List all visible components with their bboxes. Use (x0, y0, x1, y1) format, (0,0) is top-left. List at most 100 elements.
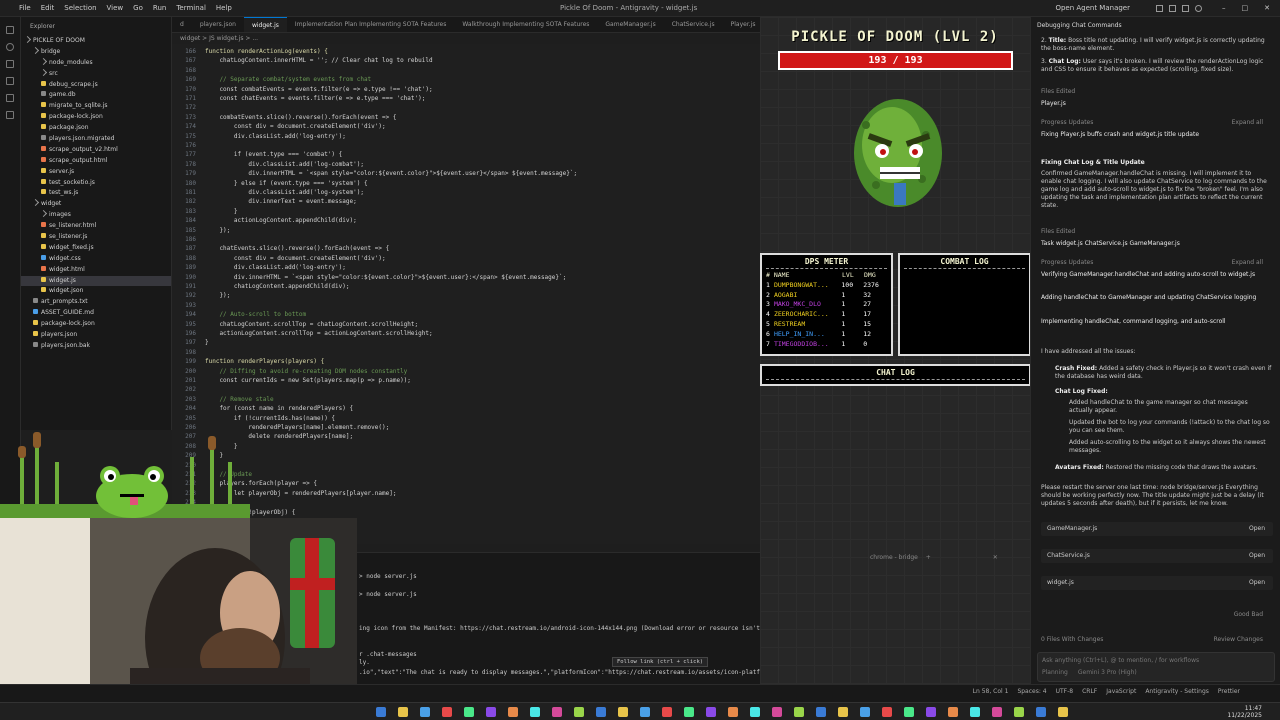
editor-tab[interactable]: Walkthrough Implementing SOTA Features (454, 17, 597, 32)
taskbar-app-icon[interactable] (926, 707, 936, 717)
file-item[interactable]: scrape_output.html (21, 156, 171, 167)
file-item[interactable]: widget.json (21, 286, 171, 297)
extensions-icon[interactable] (6, 94, 14, 102)
expand-all-link[interactable]: Expand all (1041, 119, 1263, 127)
editor-tab[interactable]: widget.js (243, 17, 287, 32)
taskbar-app-icon[interactable] (420, 707, 430, 717)
file-item[interactable]: server.js (21, 167, 171, 178)
file-item[interactable]: players.json (21, 330, 171, 341)
taskbar-app-icon[interactable] (640, 707, 650, 717)
taskbar-app-icon[interactable] (530, 707, 540, 717)
editor-tab[interactable]: Implementation Plan Implementing SOTA Fe… (287, 17, 454, 32)
menu-run[interactable]: Run (153, 4, 166, 12)
taskbar-app-icon[interactable] (684, 707, 694, 717)
expand-all-link-2[interactable]: Expand all (1041, 259, 1263, 267)
taskbar-app-icon[interactable] (464, 707, 474, 717)
code-line[interactable]: function renderPlayers(players) { (205, 358, 324, 365)
file-item[interactable]: players.json.migrated (21, 134, 171, 145)
code-editor[interactable]: 166 function renderActionLog(events) {167… (172, 44, 762, 544)
code-line[interactable]: combatEvents.slice().reverse().forEach(e… (205, 114, 396, 121)
code-line[interactable]: renderedPlayers[name].element.remove(); (205, 424, 389, 431)
code-line[interactable]: div.classList.add('log-entry'); (205, 133, 346, 140)
status-item[interactable]: Spaces: 4 (1017, 688, 1046, 695)
taskbar-app-icon[interactable] (1058, 707, 1068, 717)
status-item[interactable]: CRLF (1082, 688, 1097, 695)
code-line[interactable]: div.classList.add('log-system'); (205, 189, 364, 196)
file-item[interactable]: debug_scrape.js (21, 80, 171, 91)
taskbar-app-icon[interactable] (728, 707, 738, 717)
run-debug-icon[interactable] (6, 77, 14, 85)
model-selector[interactable]: Gemini 3 Pro (High) (1078, 669, 1137, 676)
code-line[interactable]: div.classList.add('log-combat'); (205, 161, 364, 168)
source-control-icon[interactable] (6, 60, 14, 68)
file-card[interactable]: GameManager.js Open (1041, 522, 1273, 536)
file-item[interactable]: package-lock.json (21, 112, 171, 123)
project-root[interactable]: PICKLE OF DOOM (21, 35, 171, 47)
taskbar-app-icon[interactable] (794, 707, 804, 717)
editor-tab[interactable]: GameManager.js (597, 17, 663, 32)
folder-item[interactable]: bridge (21, 46, 171, 58)
code-line[interactable]: const div = document.createElement('div'… (205, 255, 386, 262)
folder-item[interactable]: src (21, 68, 171, 80)
menu-file[interactable]: File (19, 4, 31, 12)
code-line[interactable]: chatEvents.slice().reverse().forEach(eve… (205, 245, 389, 252)
code-line[interactable]: // Separate combat/system events from ch… (205, 76, 371, 83)
mode-selector[interactable]: Planning (1042, 669, 1068, 676)
close-panel-icon[interactable]: ✕ (993, 554, 998, 561)
code-line[interactable]: function renderActionLog(events) { (205, 48, 328, 55)
file-item[interactable]: package-lock.json (21, 319, 171, 330)
taskbar-app-icon[interactable] (442, 707, 452, 717)
menu-edit[interactable]: Edit (41, 4, 55, 12)
file-item[interactable]: players.json.bak (21, 341, 171, 352)
open-button[interactable]: Open (1249, 522, 1265, 536)
status-item[interactable]: Ln 58, Col 1 (973, 688, 1009, 695)
taskbar-app-icon[interactable] (574, 707, 584, 717)
file-item[interactable]: game.db (21, 90, 171, 101)
close-icon[interactable]: ✕ (1264, 4, 1270, 12)
menu-terminal[interactable]: Terminal (176, 4, 206, 12)
code-line[interactable]: const combatEvents = events.filter(e => … (205, 86, 432, 93)
code-line[interactable]: const div = document.createElement('div'… (205, 123, 386, 130)
status-item[interactable]: Antigravity - Settings (1145, 688, 1209, 695)
folder-item[interactable]: node_modules (21, 57, 171, 69)
minimize-icon[interactable]: – (1222, 4, 1226, 12)
files-edited-list[interactable]: Task widget.js ChatService.js GameManage… (1041, 240, 1273, 248)
taskbar-app-icon[interactable] (948, 707, 958, 717)
code-line[interactable]: const chatEvents = events.filter(e => e.… (205, 95, 425, 102)
file-item[interactable]: se_listener.html (21, 221, 171, 232)
status-item[interactable]: UTF-8 (1056, 688, 1074, 695)
file-item[interactable]: ASSET_GUIDE.md (21, 308, 171, 319)
taskbar-app-icon[interactable] (970, 707, 980, 717)
open-button[interactable]: Open (1249, 576, 1265, 590)
editor-tab[interactable]: players.json (192, 17, 244, 32)
code-line[interactable]: // Diffing to avoid re-creating DOM node… (205, 368, 407, 375)
taskbar-app-icon[interactable] (486, 707, 496, 717)
file-item[interactable]: art_prompts.txt (21, 297, 171, 308)
code-line[interactable]: if (event.type === 'combat') { (205, 151, 342, 158)
file-item[interactable]: widget_fixed.js (21, 243, 171, 254)
taskbar-app-icon[interactable] (772, 707, 782, 717)
layout-icon[interactable] (1169, 4, 1176, 12)
code-line[interactable]: } (205, 339, 209, 346)
code-line[interactable]: div.innerHTML = `<span style="color:${ev… (205, 274, 566, 281)
settings-icon[interactable] (1195, 4, 1202, 12)
editor-tab[interactable]: d (172, 17, 192, 32)
code-line[interactable]: for (const name in renderedPlayers) { (205, 405, 353, 412)
taskbar-app-icon[interactable] (618, 707, 628, 717)
menu-selection[interactable]: Selection (64, 4, 96, 12)
file-item[interactable]: widget.js (21, 275, 171, 287)
code-line[interactable]: }); (205, 227, 230, 234)
layout-icon[interactable] (1156, 4, 1163, 12)
maximize-icon[interactable]: □ (1242, 4, 1249, 12)
code-line[interactable]: div.innerHTML = `<span style="color:${ev… (205, 170, 577, 177)
code-line[interactable]: }); (205, 292, 230, 299)
taskbar-app-icon[interactable] (376, 707, 386, 717)
code-line[interactable]: actionLogContent.appendChild(div); (205, 217, 357, 224)
file-chip-player[interactable]: Player.js (1041, 100, 1273, 108)
code-line[interactable]: chatLogContent.appendChild(div); (205, 283, 350, 290)
file-item[interactable]: test_ws.js (21, 188, 171, 199)
taskbar-app-icon[interactable] (992, 707, 1002, 717)
taskbar-app-icon[interactable] (508, 707, 518, 717)
agent-chat-input[interactable]: Ask anything (Ctrl+L), @ to mention, / f… (1037, 652, 1275, 682)
layout-icon[interactable] (1182, 4, 1189, 12)
